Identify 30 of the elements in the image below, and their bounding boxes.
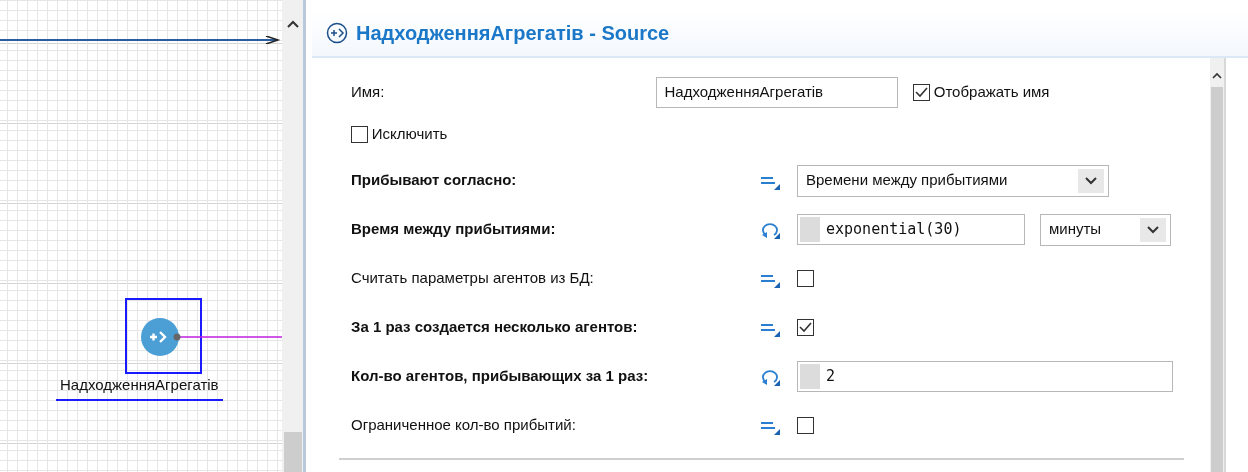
- checkbox[interactable]: [351, 125, 368, 143]
- source-icon: [326, 22, 348, 44]
- scrollbar-thumb[interactable]: [1211, 87, 1223, 472]
- block-selection[interactable]: [125, 298, 202, 374]
- code-field[interactable]: exponential(30): [797, 214, 1025, 245]
- caret-icon: [1085, 176, 1097, 185]
- block-label[interactable]: НадходженняАгрегатів: [56, 374, 223, 401]
- field-label: Имя:: [351, 81, 386, 102]
- scrollbar-thumb[interactable]: [283, 432, 302, 472]
- checkbox[interactable]: [797, 270, 814, 287]
- checkbox[interactable]: [797, 417, 814, 434]
- scroll-up-icon[interactable]: [286, 20, 299, 28]
- scroll-up-icon[interactable]: [1212, 72, 1222, 79]
- property-label: Прибывают согласно:: [351, 170, 518, 191]
- property-label: Считать параметры агентов из БД:: [351, 268, 595, 289]
- dropdown[interactable]: минуты: [1040, 213, 1171, 246]
- name-field[interactable]: НадходженняАгрегатів: [656, 76, 898, 108]
- property-label: Ограниченное кол-во прибытий:: [351, 415, 577, 436]
- panel-title: НадходженняАгрегатів - Source: [356, 21, 670, 46]
- property-label: За 1 раз создается несколько агентов:: [351, 317, 639, 338]
- caret-icon: [1147, 225, 1159, 234]
- checkbox[interactable]: [797, 319, 814, 336]
- checkbox-label: Исключить: [371, 123, 448, 144]
- code-field[interactable]: 2: [797, 361, 1173, 392]
- source-node-icon[interactable]: [141, 317, 181, 357]
- checkbox-label: Отображать имя: [933, 81, 1050, 102]
- dropdown[interactable]: Времени между прибытиями: [797, 164, 1109, 197]
- property-label: Время между прибытиями:: [351, 219, 557, 240]
- checkbox[interactable]: [913, 83, 930, 101]
- property-label: Кол-во агентов, прибывающих за 1 раз:: [351, 366, 650, 387]
